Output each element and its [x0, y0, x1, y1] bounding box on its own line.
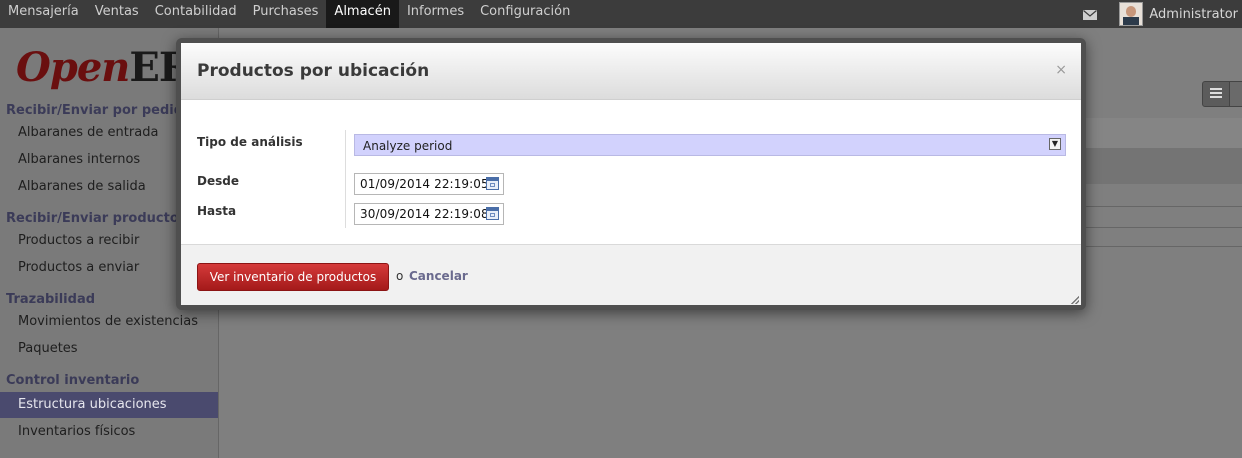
sidebar-item-paquetes[interactable]: Paquetes	[18, 341, 78, 356]
desde-date-input[interactable]: 01/09/2014 22:19:05	[354, 173, 504, 195]
sidebar-section-control-inventario: Control inventario	[6, 373, 140, 388]
calendar-icon[interactable]	[486, 207, 499, 220]
list-row-divider	[1083, 227, 1242, 228]
close-icon[interactable]: ×	[1055, 62, 1067, 78]
main-menu: Mensajería Ventas Contabilidad Purchases…	[0, 0, 1242, 28]
resize-handle-icon[interactable]	[1071, 296, 1079, 304]
analysis-type-select[interactable]: Analyze period ▼	[354, 134, 1066, 156]
top-menu-bar: Mensajería Ventas Contabilidad Purchases…	[0, 0, 1242, 28]
menu-item-informes[interactable]: Informes	[399, 0, 472, 28]
hasta-label: Hasta	[197, 204, 237, 218]
list-view-icon[interactable]	[1202, 81, 1230, 107]
analysis-type-value: Analyze period	[363, 139, 453, 153]
dialog-footer: Ver inventario de productos o Cancelar	[181, 244, 1081, 305]
menu-item-contabilidad[interactable]: Contabilidad	[147, 0, 245, 28]
ver-inventario-button[interactable]: Ver inventario de productos	[197, 263, 389, 291]
sidebar-section-recibir-enviar-pedidos: Recibir/Enviar por pedidos	[6, 103, 200, 118]
menu-item-almacen[interactable]: Almacén	[326, 0, 399, 28]
menu-item-mensajeria[interactable]: Mensajería	[0, 0, 87, 28]
list-header-bar	[1083, 118, 1242, 148]
sidebar-item-label: Estructura ubicaciones	[18, 397, 167, 412]
sidebar-item-albaranes-entrada[interactable]: Albaranes de entrada	[18, 125, 158, 140]
or-separator: o	[396, 269, 404, 283]
desde-label: Desde	[197, 174, 239, 188]
calendar-icon[interactable]	[486, 177, 499, 190]
sidebar-section-recibir-enviar-productos: Recibir/Enviar productos	[6, 211, 187, 226]
sidebar-item-productos-recibir[interactable]: Productos a recibir	[18, 233, 139, 248]
dialog-body: Tipo de análisis Analyze period ▼ Desde …	[181, 100, 1081, 244]
sidebar-item-movimientos-existencias[interactable]: Movimientos de existencias	[18, 314, 198, 329]
productos-por-ubicacion-dialog: Productos por ubicación × Tipo de anális…	[181, 43, 1081, 305]
sidebar-item-albaranes-salida[interactable]: Albaranes de salida	[18, 179, 146, 194]
sidebar-item-albaranes-internos[interactable]: Albaranes internos	[18, 152, 140, 167]
list-column-header	[1083, 148, 1242, 184]
envelope-icon[interactable]	[1083, 9, 1098, 20]
sidebar-item-inventarios-fisicos[interactable]: Inventarios físicos	[18, 424, 135, 439]
list-row-divider	[1083, 206, 1242, 207]
sidebar-item-estructura-ubicaciones[interactable]: Estructura ubicaciones	[0, 392, 218, 418]
hasta-date-input[interactable]: 30/09/2014 22:19:08	[354, 203, 504, 225]
sidebar-item-productos-enviar[interactable]: Productos a enviar	[18, 260, 139, 275]
form-view-icon[interactable]	[1229, 81, 1242, 107]
list-row-divider	[1083, 246, 1242, 247]
desde-date-value: 01/09/2014 22:19:05	[360, 177, 489, 191]
field-divider	[345, 130, 346, 228]
cancel-link[interactable]: Cancelar	[409, 269, 468, 283]
menu-item-ventas[interactable]: Ventas	[87, 0, 147, 28]
menu-item-configuracion[interactable]: Configuración	[472, 0, 578, 28]
hasta-date-value: 30/09/2014 22:19:08	[360, 207, 489, 221]
user-name[interactable]: Administrator	[1149, 7, 1238, 22]
dropdown-arrow-icon[interactable]: ▼	[1049, 138, 1061, 150]
avatar[interactable]	[1119, 2, 1144, 26]
user-area: Administrator	[1083, 0, 1242, 28]
menu-item-purchases[interactable]: Purchases	[245, 0, 327, 28]
dialog-header: Productos por ubicación ×	[181, 43, 1081, 100]
sidebar-section-trazabilidad: Trazabilidad	[6, 292, 96, 307]
dialog-title: Productos por ubicación	[197, 61, 430, 81]
analysis-type-label: Tipo de análisis	[197, 135, 303, 149]
